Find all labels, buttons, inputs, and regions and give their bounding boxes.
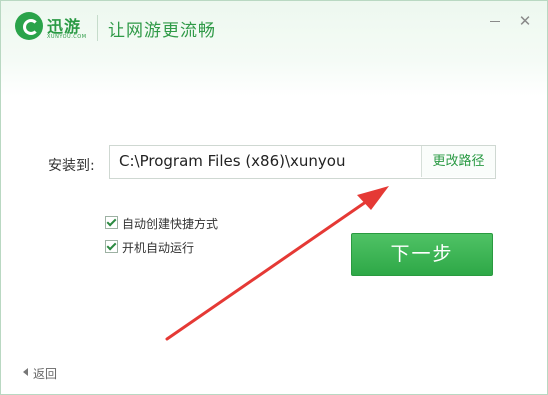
logo-subtext: XUNYOU.COM <box>47 34 87 40</box>
install-location-label: 安装到: <box>48 158 95 174</box>
xunyou-logo-icon <box>15 12 43 40</box>
close-button[interactable]: ✕ <box>515 11 535 31</box>
change-path-button[interactable]: 更改路径 <box>422 146 495 177</box>
back-label: 返回 <box>33 367 58 381</box>
slogan: 让网游更流畅 <box>108 21 216 41</box>
install-path-box: 更改路径 <box>109 145 496 179</box>
minimize-icon <box>490 21 500 22</box>
checkbox-checked-icon[interactable] <box>105 216 118 229</box>
installer-window: 迅游 XUNYOU.COM 让网游更流畅 ✕ 安装到: 更改路径 自动创建快捷方… <box>0 0 548 395</box>
minimize-button[interactable] <box>485 11 505 31</box>
back-arrow-icon <box>23 368 28 376</box>
title-bar: 迅游 XUNYOU.COM 让网游更流畅 ✕ <box>1 1 547 61</box>
option-label: 开机自动运行 <box>122 241 195 255</box>
install-path-input[interactable] <box>110 146 419 176</box>
option-label: 自动创建快捷方式 <box>122 217 219 231</box>
title-divider <box>97 15 98 41</box>
close-icon: ✕ <box>518 12 532 30</box>
checkbox-checked-icon[interactable] <box>105 240 118 253</box>
next-step-button[interactable]: 下一步 <box>351 233 493 276</box>
xunyou-logo: 迅游 XUNYOU.COM <box>15 12 97 46</box>
